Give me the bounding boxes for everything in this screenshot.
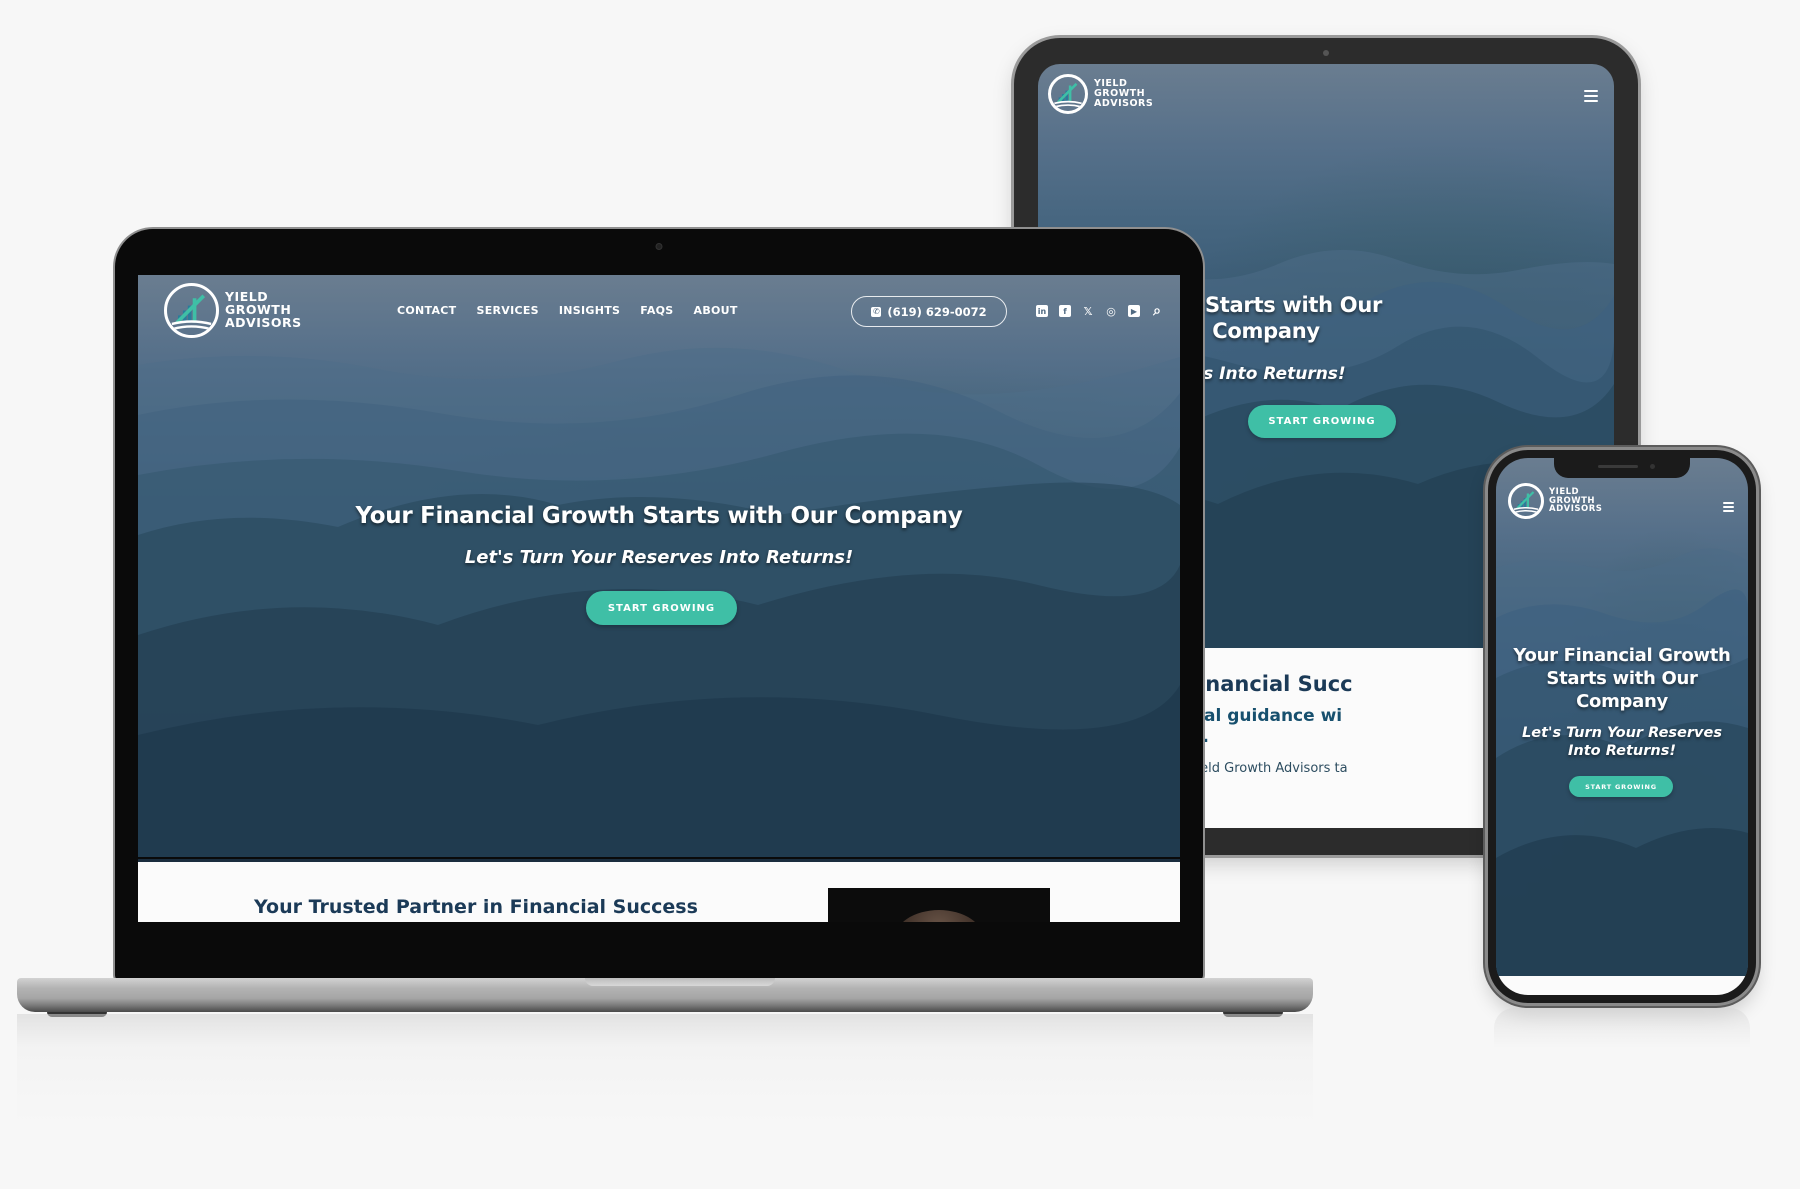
logo-text: YIELD GROWTH ADVISORS: [225, 289, 302, 330]
start-growing-button[interactable]: START GROWING: [1569, 776, 1673, 797]
start-growing-button[interactable]: START GROWING: [1248, 405, 1396, 438]
hamburger-menu-icon[interactable]: [1723, 502, 1734, 512]
tablet-camera: [1323, 50, 1329, 56]
logo-mark-icon: [164, 283, 219, 338]
advisor-photo: [828, 888, 1050, 922]
instagram-icon[interactable]: ◎: [1105, 305, 1117, 318]
phone-page-footer: [1496, 976, 1748, 995]
phone-logo[interactable]: YIELD GROWTH ADVISORS: [1508, 483, 1602, 519]
social-links: in f 𝕏 ◎ ▶ ⌕: [1036, 303, 1163, 319]
logo-mark-icon: [1048, 74, 1088, 114]
site-logo[interactable]: YIELD GROWTH ADVISORS: [164, 283, 302, 338]
phone-screen: YIELD GROWTH ADVISORS Your Financial Growt…: [1496, 458, 1748, 995]
facebook-icon[interactable]: f: [1059, 305, 1071, 317]
linkedin-icon[interactable]: in: [1036, 305, 1048, 317]
laptop-trackpad-notch: [585, 978, 775, 986]
search-icon[interactable]: ⌕: [1151, 303, 1163, 319]
main-nav: CONTACT SERVICES INSIGHTS FAQS ABOUT: [397, 304, 738, 317]
logo-mark-icon: [1508, 483, 1544, 519]
nav-about[interactable]: ABOUT: [694, 304, 738, 317]
advisor-portrait: [894, 910, 984, 922]
phone-reflection: [1494, 1008, 1750, 1048]
phone-number-button[interactable]: ✆ (619) 629-0072: [851, 296, 1007, 327]
nav-insights[interactable]: INSIGHTS: [559, 304, 620, 317]
phone-notch: [1554, 458, 1690, 478]
phone-icon: ✆: [871, 306, 882, 317]
nav-services[interactable]: SERVICES: [476, 304, 538, 317]
phone-number: (619) 629-0072: [887, 304, 987, 319]
nav-contact[interactable]: CONTACT: [397, 304, 456, 317]
phone-device: YIELD GROWTH ADVISORS Your Financial Growt…: [1488, 450, 1756, 1003]
logo-text: YIELD GROWTH ADVISORS: [1094, 78, 1154, 109]
laptop-screen: YIELD GROWTH ADVISORS CONTACT SERVICES INS…: [138, 275, 1180, 922]
laptop-device: YIELD GROWTH ADVISORS CONTACT SERVICES INS…: [115, 229, 1203, 981]
laptop-reflection: [17, 1014, 1313, 1124]
nav-faqs[interactable]: FAQS: [640, 304, 673, 317]
laptop-hero-section: YIELD GROWTH ADVISORS CONTACT SERVICES INS…: [138, 275, 1180, 857]
laptop-about-section: Your Trusted Partner in Financial Succes…: [138, 859, 1180, 922]
tablet-logo[interactable]: YIELD GROWTH ADVISORS: [1048, 74, 1153, 114]
about-title: Your Trusted Partner in Financial Succes…: [254, 896, 698, 918]
hero-subtitle: Let's Turn Your Reserves Into Returns!: [1522, 725, 1722, 760]
hero-title: Your Financial Growth Starts with Our Co…: [355, 503, 963, 529]
youtube-icon[interactable]: ▶: [1128, 305, 1140, 317]
phone-camera: [1650, 464, 1655, 469]
logo-text: YIELD GROWTH ADVISORS: [1549, 487, 1603, 515]
laptop-camera: [655, 243, 663, 250]
phone-speaker: [1598, 465, 1638, 468]
x-twitter-icon[interactable]: 𝕏: [1082, 305, 1094, 318]
laptop-base: [17, 978, 1313, 1017]
hero-subtitle: Let's Turn Your Reserves Into Returns!: [464, 547, 854, 568]
hero-title: Your Financial Growth Starts with Our Co…: [1513, 645, 1731, 713]
hamburger-menu-icon[interactable]: [1584, 90, 1598, 102]
start-growing-button[interactable]: START GROWING: [586, 591, 737, 625]
phone-hero-section: YIELD GROWTH ADVISORS Your Financial Growt…: [1496, 458, 1748, 976]
